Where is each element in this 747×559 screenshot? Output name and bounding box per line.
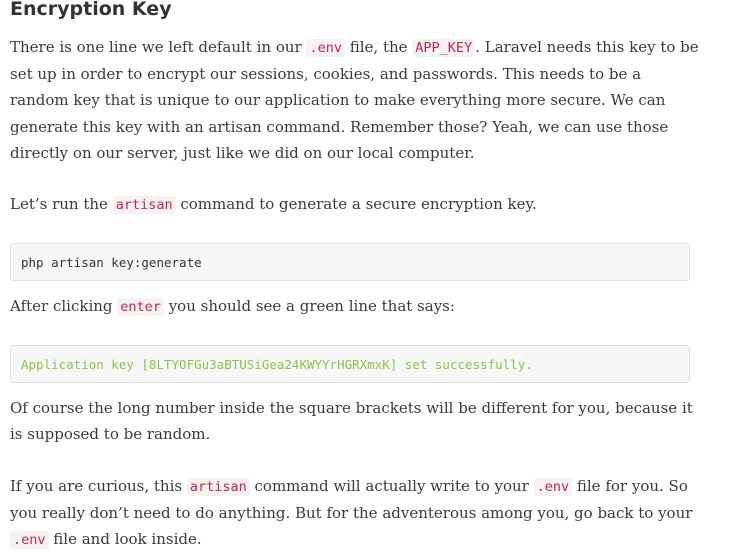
inline-code-artisan: artisan (112, 196, 176, 214)
code-block-command: php artisan key:generate (10, 243, 690, 281)
paragraph-random-note: Of course the long number inside the squ… (10, 399, 693, 444)
text-span: There is one line we left default in our (10, 38, 307, 56)
text-span: After clicking (10, 297, 118, 315)
section-heading: Encryption Key (10, 0, 172, 20)
paragraph-after-enter: After clicking enter you should see a gr… (10, 293, 700, 320)
paragraph-curious: If you are curious, this artisan command… (10, 473, 700, 554)
paragraph-intro: There is one line we left default in our… (10, 34, 700, 166)
text-span: you should see a green line that says: (163, 297, 455, 315)
code-block-success-output: Application key [8LTYOFGu3aBTUSiGea24KWY… (10, 345, 690, 383)
inline-code-env: .env (306, 39, 345, 57)
inline-code-env: .env (533, 478, 573, 496)
text-span: . Laravel needs this key to be set up in… (10, 38, 699, 162)
text-span: Let’s run the (10, 195, 113, 213)
inline-code-enter: enter (117, 298, 164, 316)
inline-code-env: .env (10, 531, 49, 550)
text-span: If you are curious, this (10, 477, 187, 495)
inline-code-app-key: APP_KEY (412, 39, 476, 57)
text-span: file, the (344, 38, 413, 56)
text-span: file and look inside. (48, 530, 202, 549)
text-span: command will actually write to your (249, 477, 534, 495)
text-span: command to generate a secure encryption … (175, 195, 537, 213)
inline-code-artisan: artisan (186, 478, 250, 496)
paragraph-run-artisan: Let’s run the artisan command to generat… (10, 191, 700, 218)
